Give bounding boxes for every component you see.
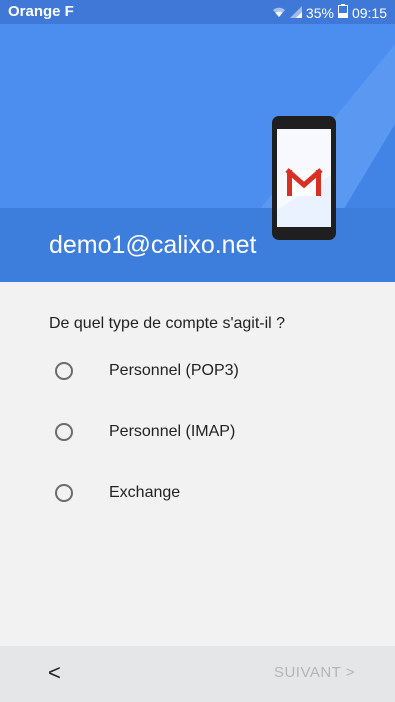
account-email: demo1@calixo.net: [49, 231, 257, 259]
carrier-label: Orange F: [8, 3, 74, 20]
status-bar: Orange F 35% 09:15: [0, 0, 395, 24]
option-pop3-label[interactable]: Personnel (POP3): [109, 362, 239, 380]
option-imap-label[interactable]: Personnel (IMAP): [109, 423, 235, 441]
signal-icon: [289, 5, 302, 21]
pop3-radio[interactable]: [55, 362, 73, 380]
option-pop3[interactable]: Personnel (POP3): [55, 356, 239, 386]
option-exchange-label[interactable]: Exchange: [109, 484, 180, 502]
option-exchange[interactable]: Exchange: [55, 478, 180, 508]
wifi-icon: [272, 5, 286, 21]
exchange-radio[interactable]: [55, 484, 73, 502]
gmail-phone-icon: [271, 115, 337, 246]
status-icons: 35% 09:15: [272, 4, 387, 21]
account-header: demo1@calixo.net: [0, 24, 395, 282]
bottom-nav-bar: < SUIVANT >: [0, 646, 395, 702]
option-imap[interactable]: Personnel (IMAP): [55, 417, 235, 447]
clock: 09:15: [351, 4, 387, 21]
next-button[interactable]: SUIVANT >: [274, 664, 355, 681]
imap-radio[interactable]: [55, 423, 73, 441]
battery-icon: [337, 4, 348, 21]
back-button[interactable]: <: [48, 660, 61, 686]
battery-percent: 35%: [305, 4, 334, 21]
account-type-question: De quel type de compte s'agit-il ?: [49, 315, 286, 332]
